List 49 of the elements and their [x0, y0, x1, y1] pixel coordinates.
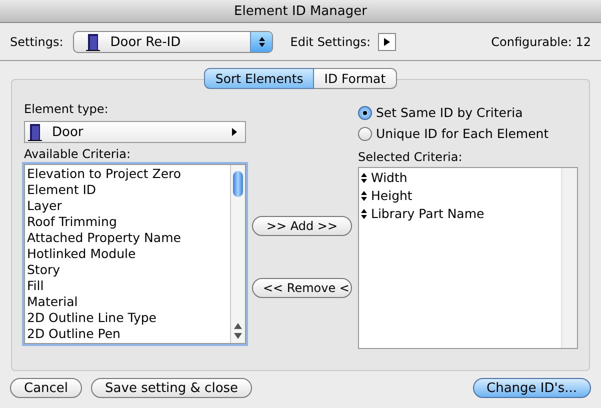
- criteria-item[interactable]: 2D Outline Line Type: [27, 310, 230, 326]
- remove-button[interactable]: << Remove <: [252, 278, 352, 298]
- id-mode-radio[interactable]: Unique ID for Each Element: [358, 123, 578, 144]
- available-criteria-list[interactable]: Elevation to Project Zero Element ID Layer Roof Trimming Attached Property Name Hotlinked Module Story Fill Material 2D Outline Line Type 2D Outline Pen: [24, 164, 246, 344]
- arrow-icon: [232, 128, 237, 136]
- edit-settings-label: Edit Settings:: [290, 35, 371, 49]
- criteria-item[interactable]: 2D Outline Pen: [27, 326, 230, 342]
- stepper-icon: [250, 32, 272, 52]
- criteria-item[interactable]: Library Part Name: [361, 205, 561, 223]
- window-title: Element ID Manager: [234, 4, 367, 18]
- element-type-dropdown[interactable]: Door: [24, 121, 246, 143]
- scroll-thumb[interactable]: [233, 171, 243, 197]
- selected-criteria-list[interactable]: Width Height Library Part Name: [358, 167, 578, 349]
- configurable-count: Configurable: 12: [491, 35, 591, 49]
- selected-criteria-label: Selected Criteria:: [358, 150, 464, 164]
- tab[interactable]: ID Format: [314, 68, 397, 89]
- radio-icon[interactable]: [358, 106, 372, 120]
- edit-settings-button[interactable]: [378, 33, 396, 51]
- id-mode-radio[interactable]: Set Same ID by Criteria: [358, 102, 578, 123]
- criteria-item[interactable]: Story: [27, 262, 230, 278]
- radio-icon[interactable]: [358, 126, 372, 140]
- criteria-item[interactable]: Width: [361, 169, 561, 187]
- criteria-item[interactable]: Height: [361, 187, 561, 205]
- door-icon: [86, 33, 100, 51]
- available-criteria-label: Available Criteria:: [24, 147, 132, 161]
- settings-dropdown[interactable]: Door Re-ID: [73, 31, 274, 53]
- play-icon: [384, 38, 390, 46]
- scroll-down-icon[interactable]: [234, 333, 242, 339]
- dialog-button[interactable]: Cancel: [10, 378, 82, 398]
- criteria-item[interactable]: Fill: [27, 278, 230, 294]
- reorder-icon: [361, 209, 367, 219]
- criteria-item[interactable]: Elevation to Project Zero: [27, 166, 230, 182]
- criteria-item[interactable]: Hotlinked Module: [27, 246, 230, 262]
- settings-label: Settings:: [10, 35, 64, 49]
- criteria-item[interactable]: Roof Trimming: [27, 214, 230, 230]
- dialog-button[interactable]: Save setting & close: [91, 378, 252, 398]
- scroll-up-icon[interactable]: [234, 323, 242, 329]
- door-icon: [28, 123, 42, 141]
- dialog-button[interactable]: Change ID's...: [472, 378, 591, 398]
- tab[interactable]: Sort Elements: [204, 68, 314, 89]
- scrollbar[interactable]: [230, 165, 245, 343]
- reorder-icon: [361, 173, 367, 183]
- criteria-item[interactable]: Material: [27, 294, 230, 310]
- criteria-item[interactable]: Element ID: [27, 182, 230, 198]
- criteria-item[interactable]: Layer: [27, 198, 230, 214]
- reorder-icon: [361, 191, 367, 201]
- element-type-label: Element type:: [24, 102, 110, 116]
- criteria-item[interactable]: Attached Property Name: [27, 230, 230, 246]
- add-button[interactable]: >> Add >>: [252, 216, 352, 236]
